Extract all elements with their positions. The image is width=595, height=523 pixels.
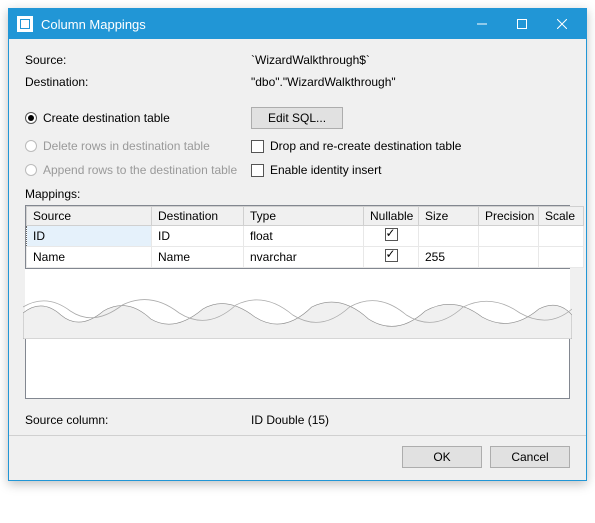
nullable-checkbox[interactable] [385,249,398,262]
titlebar: Column Mappings [9,9,586,39]
dialog-window: Column Mappings Source: `WizardWalkthrou… [8,8,587,481]
table-cell[interactable]: nvarchar [244,247,364,268]
append-rows-radio [25,164,37,176]
blank-panel [25,339,570,399]
table-row[interactable]: NameNamenvarchar255 [27,247,584,268]
table-cell[interactable] [539,247,584,268]
identity-insert-label: Enable identity insert [270,163,381,177]
table-cell[interactable]: Name [152,247,244,268]
drop-recreate-checkbox[interactable] [251,140,264,153]
dialog-content: Source: `WizardWalkthrough$` Destination… [9,39,586,480]
col-nullable[interactable]: Nullable [364,207,419,226]
col-destination[interactable]: Destination [152,207,244,226]
col-size[interactable]: Size [419,207,479,226]
ok-button[interactable]: OK [402,446,482,468]
table-cell[interactable] [479,226,539,247]
delete-rows-label: Delete rows in destination table [43,139,210,153]
source-column-value: ID Double (15) [251,413,570,427]
table-header-row: Source Destination Type Nullable Size Pr… [27,207,584,226]
col-precision[interactable]: Precision [479,207,539,226]
window-title: Column Mappings [41,17,462,32]
table-cell[interactable]: 255 [419,247,479,268]
minimize-button[interactable] [462,10,502,38]
nullable-cell[interactable] [364,226,419,247]
table-cell[interactable] [419,226,479,247]
col-scale[interactable]: Scale [539,207,584,226]
table-cell[interactable]: ID [27,226,152,247]
torn-edge [25,269,570,339]
col-source[interactable]: Source [27,207,152,226]
cancel-button[interactable]: Cancel [490,446,570,468]
app-icon [17,16,33,32]
nullable-cell[interactable] [364,247,419,268]
source-column-label: Source column: [25,413,251,427]
destination-value: "dbo"."WizardWalkthrough" [251,75,570,89]
maximize-button[interactable] [502,10,542,38]
table-cell[interactable]: float [244,226,364,247]
table-cell[interactable] [479,247,539,268]
nullable-checkbox[interactable] [385,228,398,241]
table-row[interactable]: IDIDfloat [27,226,584,247]
source-value: `WizardWalkthrough$` [251,53,570,67]
create-table-label: Create destination table [43,111,170,125]
table-cell[interactable] [539,226,584,247]
source-label: Source: [25,53,251,67]
identity-insert-checkbox[interactable] [251,164,264,177]
col-type[interactable]: Type [244,207,364,226]
delete-rows-radio [25,140,37,152]
drop-recreate-label: Drop and re-create destination table [270,139,461,153]
edit-sql-button[interactable]: Edit SQL... [251,107,343,129]
create-table-radio[interactable] [25,112,37,124]
table-cell[interactable]: Name [27,247,152,268]
table-cell[interactable]: ID [152,226,244,247]
mappings-label: Mappings: [25,187,570,201]
close-button[interactable] [542,10,582,38]
mappings-table: Source Destination Type Nullable Size Pr… [25,205,570,269]
append-rows-label: Append rows to the destination table [43,163,237,177]
destination-label: Destination: [25,75,251,89]
